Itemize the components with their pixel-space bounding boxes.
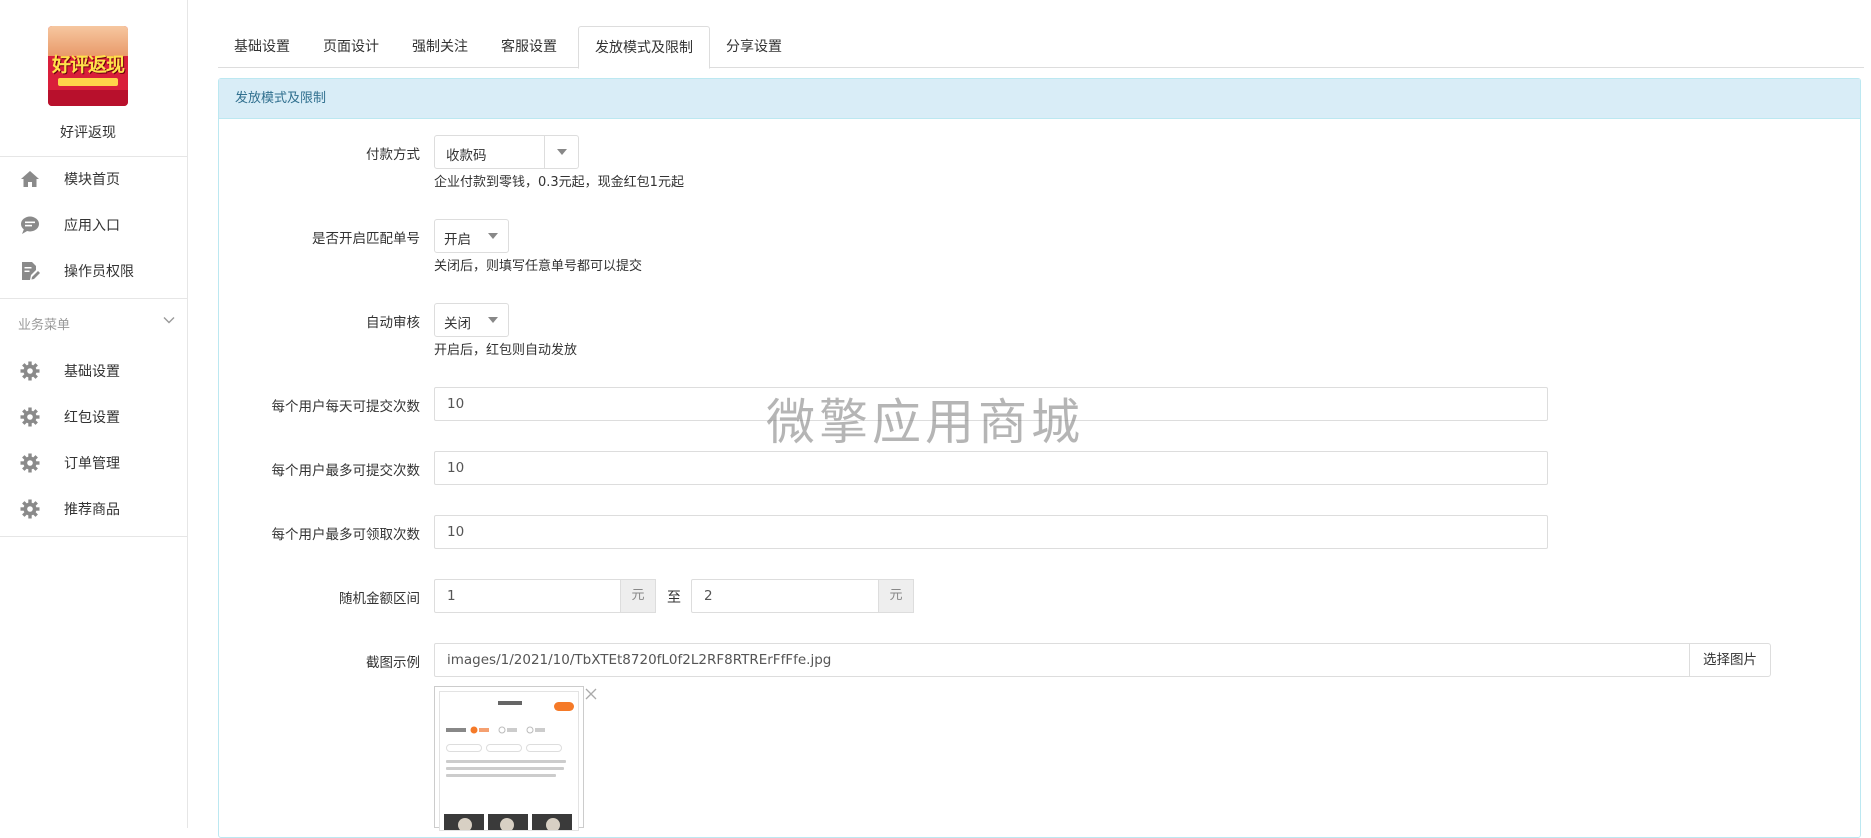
app-name: 好评返现 [60, 125, 116, 141]
gear-icon [20, 361, 40, 381]
match-order-value: 开启 [444, 232, 471, 248]
edit-document-icon [22, 262, 40, 280]
sidebar-item-recommended-products[interactable]: 推荐商品 [0, 486, 188, 532]
payment-method-value: 收款码 [446, 148, 487, 164]
sidebar-item-redpacket-settings[interactable]: 红包设置 [0, 394, 188, 440]
sidebar-item-label: 订单管理 [64, 456, 120, 472]
tab-distribution-mode[interactable]: 发放模式及限制 [578, 26, 710, 69]
sidebar-item-order-management[interactable]: 订单管理 [0, 440, 188, 486]
tab-page-design[interactable]: 页面设计 [307, 26, 395, 68]
gear-icon [20, 453, 40, 473]
caret-down-icon [488, 233, 498, 239]
tab-share-settings[interactable]: 分享设置 [710, 26, 798, 68]
min-amount-unit: 元 [620, 579, 656, 613]
caret-down-icon [488, 317, 498, 323]
choose-image-button[interactable]: 选择图片 [1689, 643, 1771, 677]
tab-basic-settings[interactable]: 基础设置 [218, 26, 306, 68]
sidebar-item-operator-permissions[interactable]: 操作员权限 [0, 248, 188, 294]
match-order-label: 是否开启匹配单号 [312, 231, 420, 247]
sidebar-divider [0, 298, 188, 299]
watermark: 微擎应用商城 [766, 394, 1085, 451]
max-amount-unit: 元 [878, 579, 914, 613]
sidebar-divider [0, 536, 188, 537]
chat-bubble-icon [21, 216, 39, 234]
app-logo-text: 好评返现 [51, 54, 125, 76]
panel-heading: 发放模式及限制 [219, 79, 1860, 119]
tab-bar: 基础设置 页面设计 强制关注 客服设置 发放模式及限制 分享设置 [218, 26, 1864, 69]
sidebar-item-label: 红包设置 [64, 410, 120, 426]
gear-icon [20, 407, 40, 427]
home-icon [21, 171, 39, 187]
caret-down-icon [556, 149, 567, 155]
chevron-down-icon[interactable] [162, 313, 176, 327]
sidebar-item-basic-settings[interactable]: 基础设置 [0, 348, 188, 394]
sidebar-item-label: 应用入口 [64, 218, 120, 234]
max-submit-input[interactable] [434, 451, 1548, 485]
sidebar: 好评返现 好评返现 模块首页 应用入口 操作员权限 业务菜单 基础设置 红包设置… [0, 0, 188, 828]
auto-review-label: 自动审核 [366, 315, 420, 331]
app-logo: 好评返现 [48, 26, 128, 106]
close-icon[interactable] [584, 687, 598, 701]
auto-review-help: 开启后，红包则自动发放 [434, 343, 578, 358]
phone-screenshot-image [439, 691, 579, 831]
tab-customer-service[interactable]: 客服设置 [485, 26, 573, 68]
screenshot-example-label: 截图示例 [366, 655, 420, 671]
screenshot-thumbnail [434, 686, 584, 831]
min-amount-input[interactable] [434, 579, 621, 613]
sidebar-item-app-entry[interactable]: 应用入口 [0, 202, 188, 248]
match-order-select[interactable]: 开启 [434, 219, 509, 253]
auto-review-select[interactable]: 关闭 [434, 303, 509, 337]
max-amount-input[interactable] [691, 579, 879, 613]
screenshot-path-input[interactable] [434, 643, 1690, 677]
sidebar-item-label: 基础设置 [64, 364, 120, 380]
random-amount-label: 随机金额区间 [339, 591, 420, 607]
max-submit-label: 每个用户最多可提交次数 [271, 463, 421, 479]
sidebar-item-label: 推荐商品 [64, 502, 120, 518]
match-order-help: 关闭后，则填写任意单号都可以提交 [434, 259, 643, 274]
sidebar-section-title: 业务菜单 [18, 318, 71, 333]
range-separator: 至 [667, 590, 681, 606]
max-claim-input[interactable] [434, 515, 1548, 549]
gear-icon [20, 499, 40, 519]
sidebar-item-label: 操作员权限 [64, 264, 134, 280]
sidebar-item-module-home[interactable]: 模块首页 [0, 156, 188, 202]
payment-method-select[interactable]: 收款码 [434, 135, 579, 169]
auto-review-value: 关闭 [444, 316, 471, 332]
payment-method-label: 付款方式 [366, 147, 420, 163]
payment-method-help: 企业付款到零钱，0.3元起，现金红包1元起 [434, 175, 684, 190]
max-claim-label: 每个用户最多可领取次数 [271, 527, 421, 543]
sidebar-item-label: 模块首页 [64, 172, 120, 188]
tab-force-follow[interactable]: 强制关注 [396, 26, 484, 68]
daily-submit-label: 每个用户每天可提交次数 [271, 399, 421, 415]
